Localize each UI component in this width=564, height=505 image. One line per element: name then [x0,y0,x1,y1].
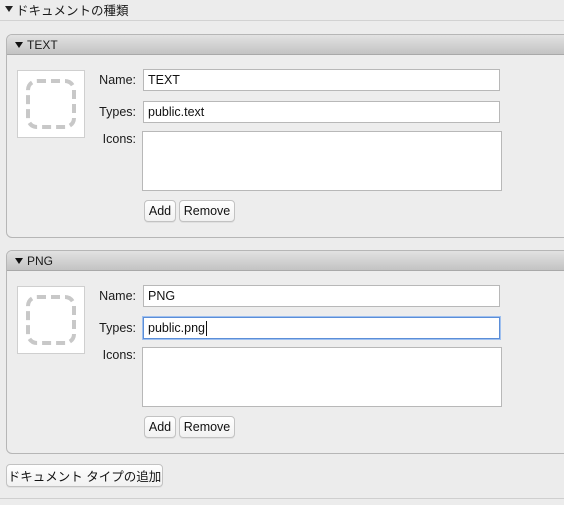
add-icon-button[interactable]: Add [144,416,176,438]
document-type-panel: TEXT Name: Types: Icons: Add Remove [6,34,564,238]
document-types-pane: ドキュメントの種類 TEXT Name: Types: Icons: Add R… [0,0,564,505]
divider [0,20,564,21]
name-label: Name: [99,73,136,87]
divider [0,498,564,499]
icons-label: Icons: [102,132,136,146]
placeholder-icon [26,79,76,129]
section-title: ドキュメントの種類 [16,3,129,18]
panel-header[interactable]: PNG [7,251,564,271]
document-type-panel: PNG Name: Types: Icons: Add Remove [6,250,564,454]
add-document-type-button[interactable]: ドキュメント タイプの追加 [6,464,163,487]
panel-title: TEXT [27,37,58,52]
text-cursor [206,321,207,336]
icon-preview-well[interactable] [17,70,85,138]
name-field[interactable] [143,285,500,307]
disclosure-triangle-icon[interactable] [15,257,23,264]
types-field[interactable] [143,101,500,123]
types-label: Types: [99,105,136,119]
panel-title: PNG [27,253,54,268]
name-label: Name: [99,289,136,303]
add-icon-button[interactable]: Add [144,200,176,222]
disclosure-triangle-icon[interactable] [5,6,13,12]
disclosure-triangle-icon[interactable] [15,41,23,48]
remove-icon-button[interactable]: Remove [179,416,235,438]
panel-header[interactable]: TEXT [7,35,564,55]
icon-preview-well[interactable] [17,286,85,354]
section-header[interactable]: ドキュメントの種類 [0,0,564,18]
remove-icon-button[interactable]: Remove [179,200,235,222]
icons-label: Icons: [102,348,136,362]
icons-list[interactable] [142,131,502,191]
icons-list[interactable] [142,347,502,407]
name-field[interactable] [143,69,500,91]
placeholder-icon [26,295,76,345]
types-label: Types: [99,321,136,335]
types-field[interactable] [143,317,500,339]
